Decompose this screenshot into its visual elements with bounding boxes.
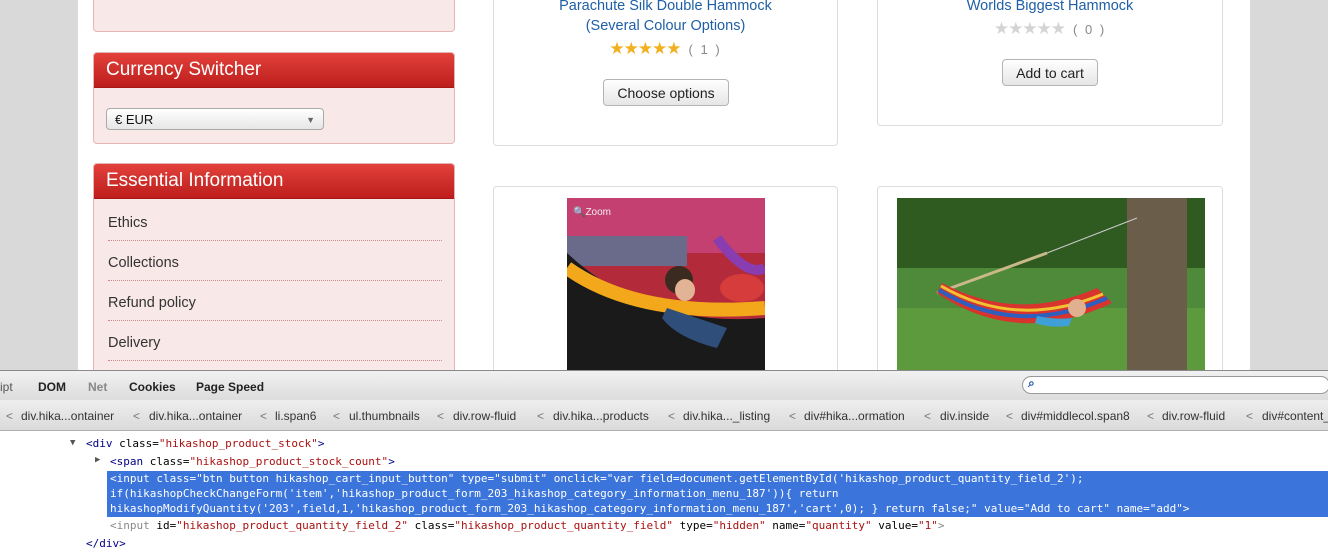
rating-stars-icon: ★★★★★: [609, 39, 681, 58]
breadcrumb-item[interactable]: div.row-fluid: [453, 409, 516, 423]
sidebar-module-previous: [93, 0, 455, 32]
rating-count: ( 1 ): [688, 42, 722, 57]
currency-select[interactable]: € EUR ▼: [106, 108, 324, 130]
devtools-menu-bar: ipt DOM Net Cookies Page Speed ⌕: [0, 370, 1328, 401]
info-item-delivery[interactable]: Delivery: [108, 322, 442, 361]
breadcrumb-item[interactable]: div.hika...ontainer: [21, 409, 114, 423]
breadcrumb-separator-icon: <: [789, 409, 797, 423]
breadcrumb-item[interactable]: div.hika...ontainer: [149, 409, 242, 423]
info-list: Ethics Collections Refund policy Deliver…: [108, 202, 442, 362]
breadcrumb-item[interactable]: div#content_: [1262, 409, 1328, 423]
striped-hammock-photo-illustration: [897, 198, 1205, 370]
essential-information-module: Essential Information Ethics Collections…: [93, 163, 455, 370]
rating-count: ( 0 ): [1073, 22, 1107, 37]
breadcrumb-separator-icon: <: [668, 409, 676, 423]
search-icon: ⌕: [1028, 376, 1035, 390]
breadcrumb-separator-icon: <: [1147, 409, 1155, 423]
html-line-div-close[interactable]: </div>: [86, 537, 126, 551]
devtools-search-input[interactable]: ⌕: [1022, 376, 1328, 394]
breadcrumb-separator-icon: <: [537, 409, 545, 423]
product-card-4: [877, 186, 1223, 370]
zoom-label[interactable]: 🔍Zoom: [573, 207, 611, 218]
devtools-breadcrumbs: < div.hika...ontainer < div.hika...ontai…: [0, 400, 1328, 431]
product-card-worlds-biggest: Worlds Biggest Hammock ★★★★★ ( 0 ) Add to…: [877, 0, 1223, 126]
choose-options-button[interactable]: Choose options: [603, 79, 729, 106]
devtools-tab-script[interactable]: ipt: [0, 380, 13, 394]
html-selected-line-3: hikashopModifyQuantity('203',field,1,'hi…: [110, 502, 1190, 515]
product-name-line1[interactable]: Parachute Silk Double Hammock: [494, 0, 837, 16]
currency-select-value: € EUR: [115, 112, 154, 127]
info-item-collections[interactable]: Collections: [108, 242, 442, 281]
breadcrumb-item[interactable]: div#middlecol.span8: [1021, 409, 1130, 423]
product-card-3: 🔍Zoom: [493, 186, 838, 370]
html-line-span-stock-count[interactable]: <span class="hikashop_product_stock_coun…: [110, 455, 395, 469]
expanded-toggle-icon[interactable]: ▼: [70, 438, 75, 448]
devtools-tab-net[interactable]: Net: [88, 380, 107, 394]
hammock-photo-illustration: [567, 198, 765, 370]
html-selected-line-1: <input class="btn button hikashop_cart_i…: [110, 472, 1084, 485]
add-to-cart-button[interactable]: Add to cart: [1002, 59, 1098, 86]
product-image-striped-hammock[interactable]: [897, 198, 1205, 370]
breadcrumb-item[interactable]: div.inside: [940, 409, 989, 423]
html-selected-node[interactable]: <input class="btn button hikashop_cart_i…: [107, 471, 1328, 517]
breadcrumb-item[interactable]: div#hika...ormation: [804, 409, 905, 423]
page-content: Currency Switcher € EUR ▼ Essential Info…: [78, 0, 1250, 370]
breadcrumb-item[interactable]: li.span6: [275, 409, 316, 423]
html-selected-line-2: if(hikashopCheckChangeForm('item','hikas…: [110, 487, 839, 500]
devtools-html-panel: ▼ <div class="hikashop_product_stock"> ▶…: [0, 431, 1328, 554]
select-arrow-icon: ▼: [306, 115, 315, 125]
essential-information-title: Essential Information: [94, 164, 454, 199]
breadcrumb-separator-icon: <: [1006, 409, 1014, 423]
product-image-hammock-woman[interactable]: 🔍Zoom: [567, 198, 765, 370]
breadcrumb-separator-icon: <: [437, 409, 445, 423]
product-rating: ★★★★★ ( 0 ): [878, 19, 1222, 39]
devtools-tab-cookies[interactable]: Cookies: [129, 380, 176, 394]
webpage-viewport: Currency Switcher € EUR ▼ Essential Info…: [0, 0, 1328, 370]
currency-switcher-title: Currency Switcher: [94, 53, 454, 88]
info-item-ethics[interactable]: Ethics: [108, 202, 442, 241]
devtools-tab-dom[interactable]: DOM: [38, 380, 66, 394]
magnifier-icon: 🔍: [573, 207, 586, 218]
breadcrumb-separator-icon: <: [924, 409, 932, 423]
product-card-parachute-silk: Parachute Silk Double Hammock (Several C…: [493, 0, 838, 146]
rating-stars-icon: ★★★★★: [993, 19, 1066, 38]
breadcrumb-item[interactable]: div.hika..._listing: [683, 409, 770, 423]
breadcrumb-item[interactable]: div.hika...products: [553, 409, 649, 423]
breadcrumb-item[interactable]: ul.thumbnails: [349, 409, 420, 423]
devtools-tab-page-speed[interactable]: Page Speed: [196, 380, 264, 394]
collapsed-toggle-icon[interactable]: ▶: [95, 455, 100, 465]
html-line-div-stock[interactable]: <div class="hikashop_product_stock">: [86, 437, 324, 451]
breadcrumb-item[interactable]: div.row-fluid: [1162, 409, 1225, 423]
breadcrumb-separator-icon: <: [133, 409, 141, 423]
breadcrumb-separator-icon: <: [6, 409, 14, 423]
product-name[interactable]: Worlds Biggest Hammock: [878, 0, 1222, 16]
breadcrumb-separator-icon: <: [1246, 409, 1254, 423]
info-item-refund-policy[interactable]: Refund policy: [108, 282, 442, 321]
product-name-line2[interactable]: (Several Colour Options): [494, 16, 837, 36]
product-rating: ★★★★★ ( 1 ): [494, 39, 837, 59]
breadcrumb-separator-icon: <: [260, 409, 268, 423]
html-line-input-quantity[interactable]: <input id="hikashop_product_quantity_fie…: [110, 519, 945, 533]
currency-switcher-module: Currency Switcher € EUR ▼: [93, 52, 455, 144]
breadcrumb-separator-icon: <: [333, 409, 341, 423]
